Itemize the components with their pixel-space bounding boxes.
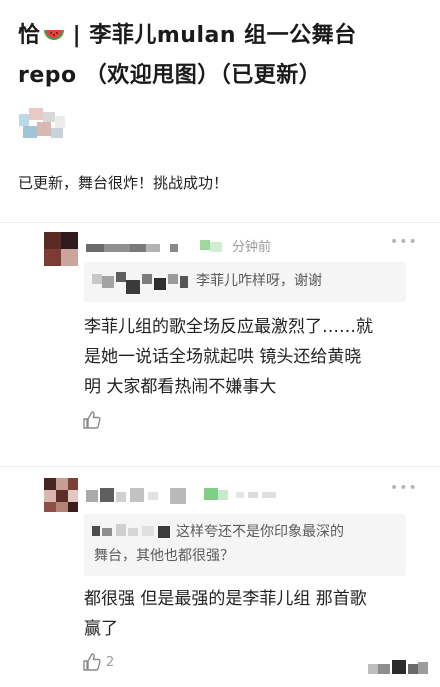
quoted-user-blurred xyxy=(92,270,196,294)
author-avatar-blurred[interactable] xyxy=(19,108,67,144)
comment-text: 李菲儿组的歌全场反应最激烈了……就 是她一说话全场就起哄 镜头还给黄晓 明 大家… xyxy=(84,312,424,402)
like-count: 2 xyxy=(106,655,115,670)
title-line1-rest: | 李菲儿mulan 组一公舞台 xyxy=(64,23,357,48)
post-title: 恰 | 李菲儿mulan 组一公舞台 repo （欢迎甩图）（已更新） xyxy=(18,16,428,96)
avatar[interactable] xyxy=(44,232,78,266)
title-prefix: 恰 xyxy=(18,23,41,48)
quoted-user-blurred xyxy=(92,522,182,542)
comment-text-line: 赢了 xyxy=(84,619,118,639)
comment-time: 分钟前 xyxy=(232,240,272,255)
comment-text-line: 明 大家都看热闹不嫌事大 xyxy=(84,377,277,397)
watermark-blurred xyxy=(368,658,430,680)
quoted-text: 李菲儿咋样呀，谢谢 xyxy=(196,273,322,289)
comment-text-line: 都很强 但是最强的是李菲儿组 那首歌 xyxy=(84,589,367,609)
thumbs-up-icon[interactable] xyxy=(82,652,102,672)
more-options-icon[interactable]: ••• xyxy=(390,480,418,496)
comment-text: 都很强 但是最强的是李菲儿组 那首歌 赢了 xyxy=(84,584,424,644)
watermelon-icon xyxy=(43,30,64,40)
comment-text-line: 是她一说话全场就起哄 镜头还给黄晓 xyxy=(84,347,362,367)
divider xyxy=(0,222,440,223)
more-options-icon[interactable]: ••• xyxy=(390,234,418,250)
title-line2: repo （欢迎甩图）（已更新） xyxy=(18,63,322,88)
username-blurred[interactable] xyxy=(86,486,296,506)
quoted-reply[interactable]: 这样夸还不是你印象最深的 舞台，其他也都很强？ xyxy=(84,514,406,576)
quoted-text-line: 舞台，其他也都很强？ xyxy=(94,548,234,564)
quoted-text-line: 这样夸还不是你印象最深的 xyxy=(176,524,344,540)
quoted-reply[interactable]: 李菲儿咋样呀，谢谢 xyxy=(84,262,406,302)
divider xyxy=(0,466,440,467)
quoted-text: 这样夸还不是你印象最深的 xyxy=(176,520,398,544)
avatar[interactable] xyxy=(44,478,78,512)
comment-text-line: 李菲儿组的歌全场反应最激烈了……就 xyxy=(84,317,373,337)
post-update-text: 已更新，舞台很炸！挑战成功！ xyxy=(18,174,229,192)
thumbs-up-icon[interactable] xyxy=(82,410,102,430)
username-blurred[interactable] xyxy=(86,240,226,254)
